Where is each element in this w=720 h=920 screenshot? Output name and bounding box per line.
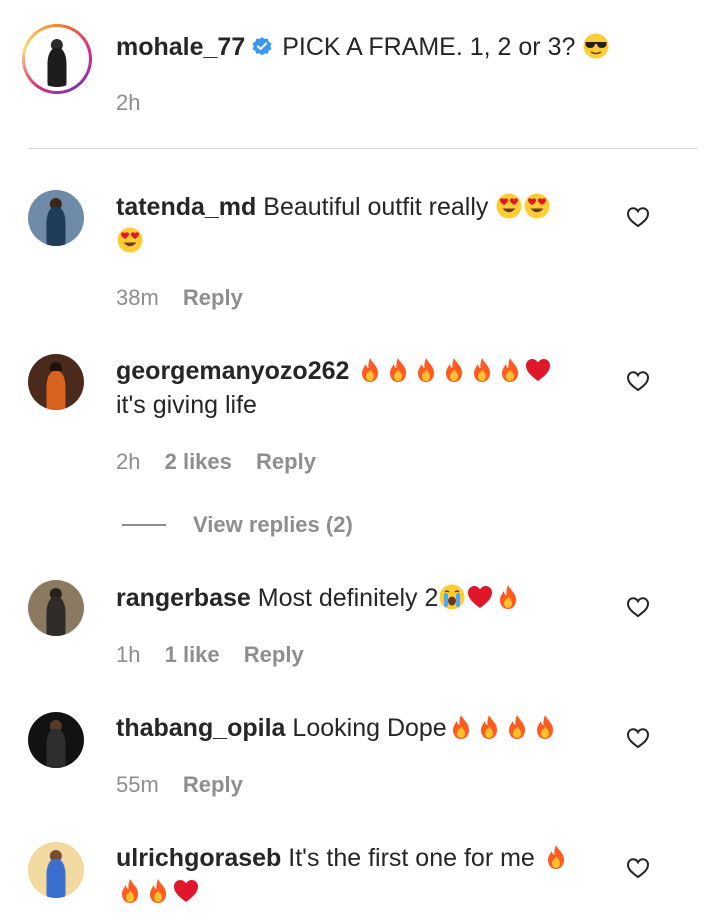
avatar[interactable]: [28, 842, 84, 898]
likes-count[interactable]: 2 likes: [165, 449, 232, 474]
like-heart-icon[interactable]: [626, 596, 650, 618]
post-caption: mohale_77 PICK A FRAME. 1, 2 or 3?: [116, 30, 676, 64]
like-heart-icon[interactable]: [626, 370, 650, 392]
comment-time: 2h: [116, 449, 141, 474]
fire-emoji-icon: [475, 713, 503, 741]
like-heart-icon[interactable]: [626, 206, 650, 228]
reply-button[interactable]: Reply: [183, 285, 243, 310]
fire-emoji-icon: [144, 877, 172, 905]
verified-badge-icon: [251, 36, 273, 58]
fire-emoji-icon: [496, 356, 524, 384]
comment-username[interactable]: ulrichgoraseb: [116, 844, 281, 872]
crying-emoji-icon: [438, 583, 466, 611]
red-heart-emoji-icon: [466, 583, 494, 611]
like-heart-icon[interactable]: [626, 727, 650, 749]
avatar[interactable]: [28, 580, 84, 636]
comment-text: it's giving life: [116, 391, 257, 419]
avatar[interactable]: [29, 31, 85, 87]
comment-text-block: rangerbase Most definitely 2: [116, 581, 596, 615]
post-meta: 2h: [116, 90, 140, 116]
comment-username[interactable]: tatenda_md: [116, 193, 256, 221]
story-ring[interactable]: [22, 24, 92, 94]
view-replies-button[interactable]: View replies (2): [193, 512, 353, 538]
fire-emoji-icon: [447, 713, 475, 741]
reply-button[interactable]: Reply: [183, 772, 243, 797]
comment-text: Most definitely 2: [257, 584, 439, 612]
likes-count[interactable]: 1 like: [165, 642, 220, 667]
fire-emoji-icon: [468, 356, 496, 384]
heart-eyes-emoji-icon: [495, 192, 523, 220]
red-heart-emoji-icon: [524, 356, 552, 384]
comment-text: It's the first one for me: [288, 844, 535, 872]
fire-emoji-icon: [494, 583, 522, 611]
comment-meta: 55m Reply: [116, 772, 243, 798]
like-heart-icon[interactable]: [626, 857, 650, 879]
comment-text: Beautiful outfit really: [263, 193, 489, 221]
comment-text-block: ulrichgoraseb It's the first one for me: [116, 841, 596, 909]
avatar[interactable]: [28, 354, 84, 410]
comment-time: 38m: [116, 285, 159, 310]
fire-emoji-icon: [356, 356, 384, 384]
comment-text-block: thabang_opila Looking Dope: [116, 711, 596, 745]
sunglasses-emoji-icon: [582, 32, 610, 60]
avatar-figure-body: [46, 596, 66, 636]
avatar[interactable]: [28, 190, 84, 246]
comment-meta: 38m Reply: [116, 285, 243, 311]
avatar[interactable]: [28, 712, 84, 768]
fire-emoji-icon: [503, 713, 531, 741]
avatar-figure-body: [47, 47, 67, 87]
heart-eyes-emoji-icon: [523, 192, 551, 220]
reply-button[interactable]: Reply: [244, 642, 304, 667]
avatar-figure-body: [46, 206, 66, 246]
fire-emoji-icon: [384, 356, 412, 384]
fire-emoji-icon: [531, 713, 559, 741]
comment-text: Looking Dope: [292, 714, 447, 742]
avatar-figure-body: [46, 370, 66, 410]
comment-time: 1h: [116, 642, 141, 667]
comment-time: 55m: [116, 772, 159, 797]
post-time: 2h: [116, 90, 141, 115]
heart-eyes-emoji-icon: [116, 226, 144, 254]
comment-username[interactable]: georgemanyozo262: [116, 357, 349, 385]
comment-username[interactable]: thabang_opila: [116, 714, 285, 742]
avatar-figure-body: [46, 858, 66, 898]
reply-button[interactable]: Reply: [256, 449, 316, 474]
divider: [28, 148, 698, 149]
fire-emoji-icon: [440, 356, 468, 384]
avatar-figure-body: [46, 728, 66, 768]
post-username[interactable]: mohale_77: [116, 33, 245, 61]
comment-meta: 1h 1 like Reply: [116, 642, 304, 668]
view-replies-line: [122, 524, 166, 526]
comment-text-block: tatenda_md Beautiful outfit really: [116, 190, 596, 258]
comment-username[interactable]: rangerbase: [116, 584, 251, 612]
red-heart-emoji-icon: [172, 877, 200, 905]
comment-text-block: georgemanyozo262 it's giving life: [116, 354, 596, 422]
fire-emoji-icon: [542, 843, 570, 871]
fire-emoji-icon: [116, 877, 144, 905]
fire-emoji-icon: [412, 356, 440, 384]
post-caption-text: PICK A FRAME. 1, 2 or 3?: [282, 33, 576, 61]
comment-meta: 2h 2 likes Reply: [116, 449, 316, 475]
